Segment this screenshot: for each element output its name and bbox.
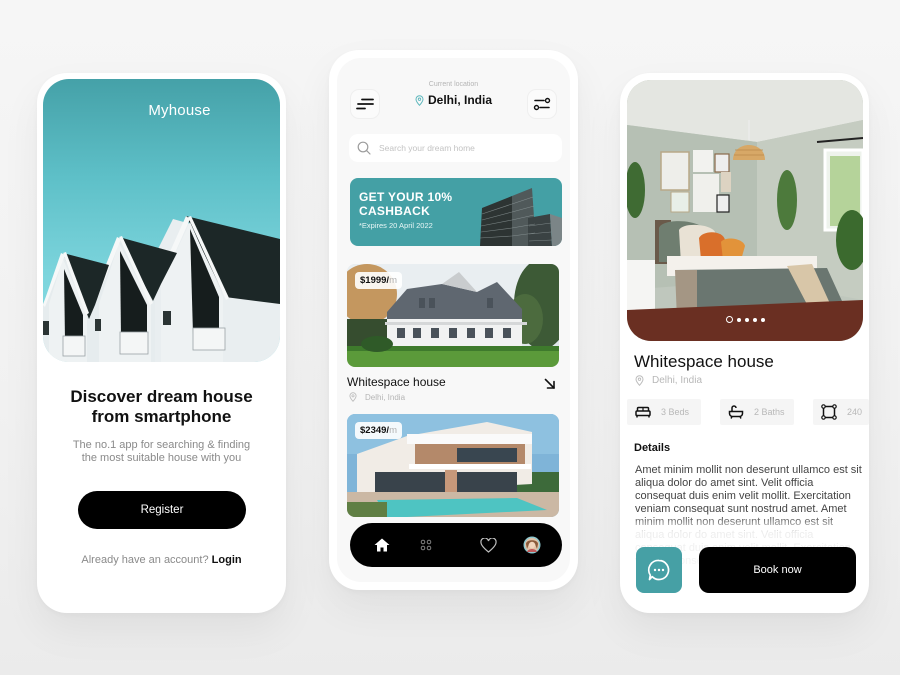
- feature-area: 240: [813, 399, 869, 425]
- app-brand: Myhouse: [148, 102, 211, 119]
- detail-screen: Whitespace house Delhi, India 3 Beds 2 B…: [620, 73, 869, 613]
- pin-icon: [415, 94, 424, 106]
- book-now-button[interactable]: Book now: [699, 547, 856, 593]
- filter-icon: [533, 97, 551, 111]
- search-bar: [349, 134, 562, 162]
- bath-icon: [728, 405, 744, 419]
- promo-expiry: *Expires 20 April 2022: [359, 221, 433, 230]
- listing-photo: $1999/m: [347, 264, 559, 367]
- details-heading: Details: [634, 442, 671, 454]
- search-icon: [357, 141, 371, 155]
- onboarding-subtitle: The no.1 app for searching & finding the…: [72, 439, 251, 464]
- home-screen: Current location Delhi, India Search you…: [329, 50, 578, 590]
- tab-favorites[interactable]: [470, 523, 506, 567]
- heart-icon: [479, 537, 497, 553]
- houses-illustration: [43, 216, 280, 362]
- listing-photo: $2349/m: [347, 414, 559, 517]
- avatar: [523, 536, 541, 554]
- carousel-dot[interactable]: [760, 317, 765, 322]
- login-link[interactable]: Login: [212, 554, 242, 566]
- onboarding-screen: Myhouse Discover dream house from smartp…: [37, 73, 286, 613]
- tab-home[interactable]: [364, 523, 400, 567]
- price-tag: $2349/m: [355, 422, 402, 439]
- listing-card[interactable]: $2349/m: [347, 414, 559, 517]
- building-image: [479, 188, 562, 246]
- bed-icon: [635, 406, 651, 418]
- home-icon: [374, 538, 390, 552]
- property-location: Delhi, India: [635, 375, 702, 386]
- feature-beds: 3 Beds: [627, 399, 701, 425]
- filter-button[interactable]: [527, 89, 557, 119]
- tab-profile[interactable]: [514, 523, 550, 567]
- chat-button[interactable]: [636, 547, 682, 593]
- home-content: Current location Delhi, India Search you…: [337, 58, 570, 582]
- pin-icon: [635, 375, 644, 386]
- listing-location: Delhi, India: [349, 392, 405, 402]
- listing-card[interactable]: $1999/m Whitespace house Delhi, India: [347, 264, 559, 402]
- grid-icon: [420, 539, 432, 551]
- price-tag: $1999/m: [355, 272, 402, 289]
- carousel-dot[interactable]: [725, 316, 733, 323]
- bottom-tab-bar: [350, 523, 562, 567]
- feature-baths: 2 Baths: [720, 399, 794, 425]
- bedroom-image: [627, 80, 863, 341]
- promo-title: GET YOUR 10% CASHBACK: [359, 190, 453, 218]
- carousel-dot[interactable]: [736, 317, 741, 322]
- arrow-down-right-icon[interactable]: [544, 378, 556, 390]
- carousel-dot[interactable]: [744, 317, 749, 322]
- hero-image: Myhouse: [43, 79, 280, 362]
- carousel-dot[interactable]: [752, 317, 757, 322]
- property-title: Whitespace house: [634, 352, 774, 371]
- onboarding-title: Discover dream house from smartphone: [70, 387, 253, 426]
- tab-categories[interactable]: [408, 523, 444, 567]
- register-button[interactable]: Register: [78, 491, 246, 529]
- listing-name: Whitespace house: [347, 375, 446, 389]
- search-input[interactable]: [379, 143, 529, 153]
- carousel-indicator: [627, 316, 863, 323]
- chat-icon: [647, 559, 670, 581]
- property-gallery[interactable]: [627, 80, 863, 341]
- promo-banner[interactable]: GET YOUR 10% CASHBACK *Expires 20 April …: [350, 178, 562, 246]
- location-label: Current location: [428, 81, 479, 88]
- pin-icon: [349, 392, 357, 402]
- login-prompt: Already have an account? Login: [81, 554, 242, 566]
- area-icon: [821, 404, 837, 420]
